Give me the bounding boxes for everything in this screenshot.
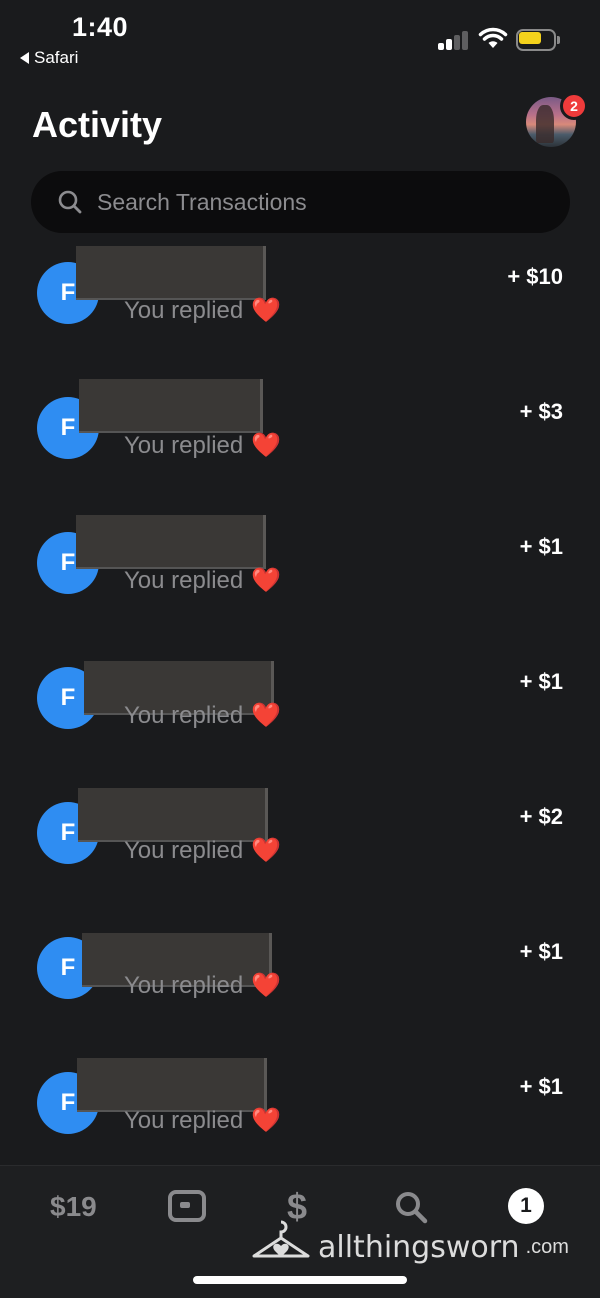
reply-text: You replied [124,296,244,324]
page-title: Activity [32,104,163,145]
heart-icon: ❤️ [251,972,282,999]
reply-text: You replied [124,836,244,864]
heart-icon: ❤️ [251,702,282,729]
transaction-row[interactable]: F You replied ❤️ + $1 [0,655,600,790]
transaction-row[interactable]: F You replied ❤️ + $2 [0,788,600,925]
reply-text: You replied [124,566,244,594]
transaction-row[interactable]: F You replied ❤️ + $10 [0,246,600,385]
transaction-subtitle: You replied ❤️ [124,836,281,865]
reply-text: You replied [124,431,244,459]
transaction-subtitle: You replied ❤️ [124,296,281,325]
heart-icon: ❤️ [251,567,282,594]
status-bar: 1:40 Safari [0,0,600,80]
status-time: 1:40 [72,12,129,42]
cellular-signal-icon [438,30,470,50]
watermark-suffix: .com [525,1235,569,1258]
transaction-subtitle: You replied ❤️ [124,431,281,460]
redacted-name [76,246,266,300]
home-indicator[interactable] [193,1276,407,1284]
notification-badge: 2 [560,92,588,120]
transaction-row[interactable]: F You replied ❤️ + $1 [0,515,600,655]
reply-text: You replied [124,971,244,999]
heart-icon: ❤️ [251,837,282,864]
wifi-icon [478,27,508,48]
heart-icon: ❤️ [251,1107,282,1134]
transaction-subtitle: You replied ❤️ [124,701,281,730]
redacted-name [79,379,263,433]
watermark-logo: allthingsworn .com [250,1216,569,1278]
transaction-amount: + $1 [519,1074,563,1099]
transaction-row[interactable]: F You replied ❤️ + $1 [0,925,600,1060]
redacted-name [76,515,266,569]
watermark-text: allthingsworn [318,1229,520,1265]
transaction-amount: + $10 [507,264,563,289]
transaction-amount: + $1 [519,534,563,559]
transaction-row[interactable]: F You replied ❤️ + $3 [0,379,600,520]
card-icon[interactable] [168,1190,206,1222]
redacted-name [77,1058,267,1112]
search-placeholder: Search Transactions [97,188,307,215]
redacted-name [78,788,268,842]
search-icon [58,190,82,214]
back-to-safari-link[interactable]: Safari [20,48,78,68]
heart-icon: ❤️ [251,432,282,459]
transaction-amount: + $1 [519,939,563,964]
tab-balance[interactable]: $19 [50,1191,97,1223]
reply-text: You replied [124,701,244,729]
transaction-subtitle: You replied ❤️ [124,566,281,595]
transaction-amount: + $2 [519,804,563,829]
transaction-amount: + $1 [519,669,563,694]
back-arrow-icon [20,52,29,64]
activity-header: Activity 2 Search Transactions [0,80,600,250]
search-transactions-input[interactable]: Search Transactions [31,171,570,233]
heart-icon: ❤️ [251,297,282,324]
transaction-subtitle: You replied ❤️ [124,1106,281,1135]
transaction-subtitle: You replied ❤️ [124,971,281,1000]
transaction-amount: + $3 [519,399,563,424]
reply-text: You replied [124,1106,244,1134]
hanger-icon [252,1220,310,1258]
back-app-label: Safari [34,48,79,67]
battery-icon [516,29,560,51]
